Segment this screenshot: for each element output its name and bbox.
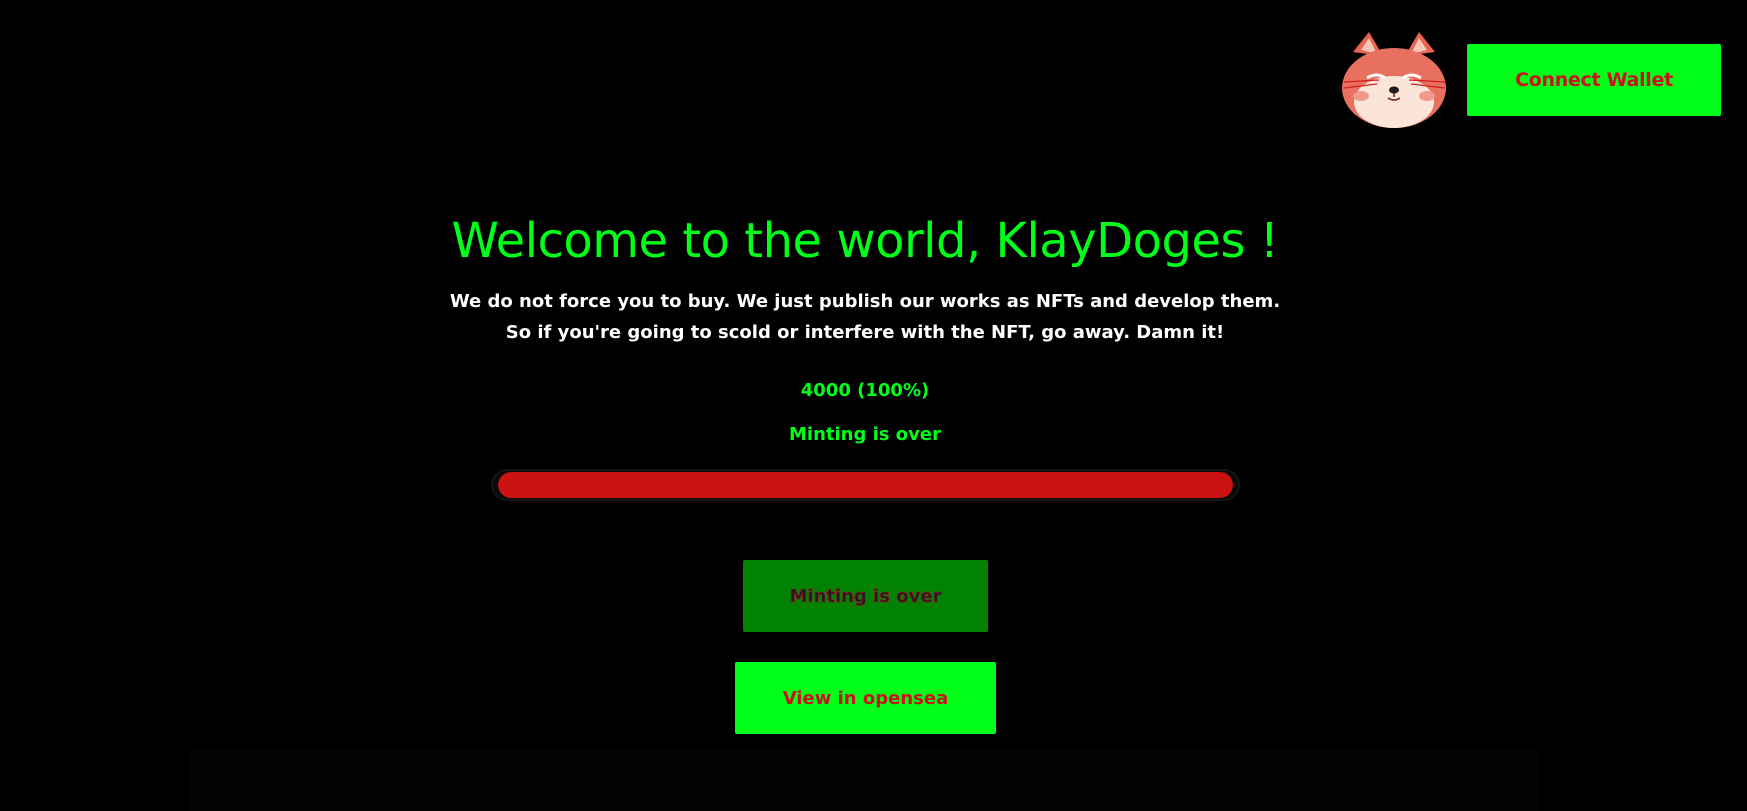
mint-status: Minting is over xyxy=(789,424,941,445)
page-title: Welcome to the world, KlayDoges ! xyxy=(451,213,1279,269)
mint-progress-bar xyxy=(491,469,1240,501)
description-line-2: So if you're going to scold or interfere… xyxy=(505,322,1225,343)
hero-description: We do not force you to buy. We just publ… xyxy=(0,286,1730,348)
progress-fill xyxy=(498,472,1233,498)
mint-counter: 4000 (100%) xyxy=(800,380,930,401)
hero-section: Welcome to the world, KlayDoges ! We do … xyxy=(0,210,1730,448)
mint-button[interactable]: Minting is over xyxy=(743,560,988,632)
connect-wallet-button[interactable]: Connect Wallet xyxy=(1467,44,1721,116)
topbar: Connect Wallet xyxy=(1339,30,1721,130)
shiba-dog-mascot-icon xyxy=(1342,32,1446,128)
description-line-1: We do not force you to buy. We just publ… xyxy=(449,291,1281,312)
page: Connect Wallet Welcome to the world, Kla… xyxy=(0,0,1747,811)
view-in-opensea-button[interactable]: View in opensea xyxy=(735,662,996,734)
progress-track xyxy=(498,472,1233,498)
footer-area xyxy=(190,750,1540,811)
